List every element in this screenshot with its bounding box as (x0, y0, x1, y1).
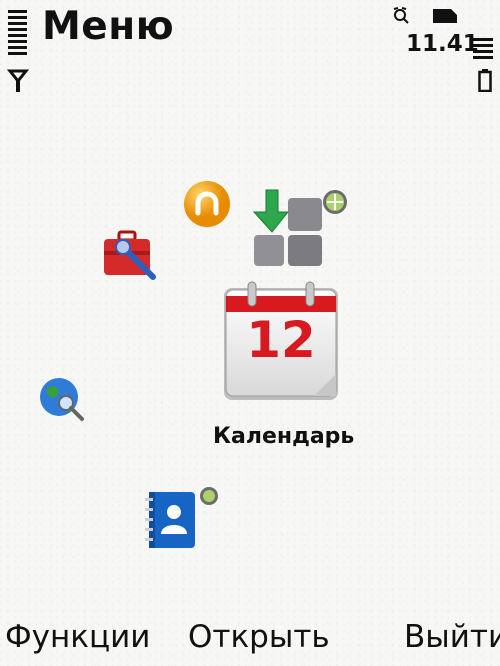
opera-mini-icon[interactable] (182, 179, 232, 229)
memory-card-icon (433, 9, 457, 23)
softkey-exit[interactable]: Выйти (404, 619, 500, 655)
web-icon[interactable] (38, 376, 86, 422)
calendar-icon[interactable]: 12 (220, 280, 342, 406)
signal-strength-icon (8, 10, 28, 65)
softkey-options[interactable]: Функции (5, 619, 150, 655)
tools-icon[interactable] (101, 229, 159, 285)
battery-level-icon (473, 38, 493, 64)
contacts-icon[interactable] (143, 486, 221, 552)
battery-icon (478, 69, 492, 92)
alarm-icon (393, 7, 409, 24)
antenna-icon (7, 69, 29, 92)
softkey-open[interactable]: Открыть (188, 619, 330, 655)
calendar-day: 12 (246, 311, 316, 369)
page-title: Меню (42, 4, 175, 49)
selected-app-label: Календарь (213, 424, 355, 449)
app-manager-icon[interactable] (248, 188, 353, 270)
clock: 11.41 (406, 31, 479, 57)
